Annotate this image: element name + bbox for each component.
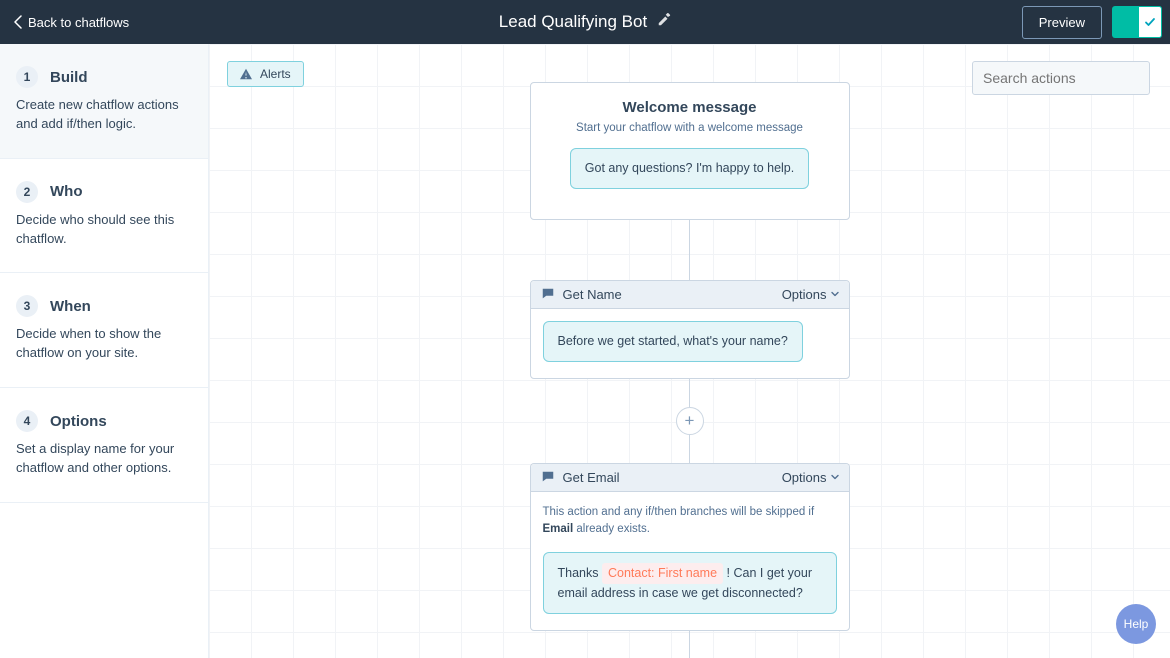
search-input[interactable] bbox=[983, 70, 1164, 86]
back-label: Back to chatflows bbox=[28, 15, 129, 30]
add-action-button[interactable]: + bbox=[676, 407, 704, 435]
preview-button[interactable]: Preview bbox=[1022, 6, 1102, 39]
flow-canvas[interactable]: Alerts Welcome message Start your chatfl… bbox=[209, 44, 1170, 658]
app-header: Back to chatflows Lead Qualifying Bot Pr… bbox=[0, 0, 1170, 44]
sidebar-step-build[interactable]: 1 Build Create new chatflow actions and … bbox=[0, 44, 208, 159]
search-actions[interactable] bbox=[972, 61, 1150, 95]
chevron-down-icon bbox=[831, 290, 839, 298]
get-name-node[interactable]: Get Name Options Before we get started, … bbox=[530, 280, 850, 379]
connector bbox=[689, 220, 690, 280]
welcome-node[interactable]: Welcome message Start your chatflow with… bbox=[530, 82, 850, 220]
alerts-button[interactable]: Alerts bbox=[227, 61, 304, 87]
node-options-button[interactable]: Options bbox=[782, 287, 839, 302]
step-number: 3 bbox=[16, 295, 38, 317]
sidebar-step-who[interactable]: 2 Who Decide who should see this chatflo… bbox=[0, 159, 208, 274]
check-icon bbox=[1138, 6, 1162, 38]
skip-note: This action and any if/then branches wil… bbox=[543, 504, 837, 539]
step-desc: Decide who should see this chatflow. bbox=[16, 211, 192, 249]
alerts-label: Alerts bbox=[260, 67, 291, 81]
options-label: Options bbox=[782, 287, 827, 302]
get-email-node[interactable]: Get Email Options This action and any if… bbox=[530, 463, 850, 631]
step-number: 2 bbox=[16, 181, 38, 203]
warning-icon bbox=[240, 68, 252, 80]
get-email-message: Thanks Contact: First name ! Can I get y… bbox=[543, 552, 837, 614]
step-title: Build bbox=[50, 69, 88, 86]
chat-icon bbox=[541, 470, 555, 484]
chevron-down-icon bbox=[831, 473, 839, 481]
step-desc: Decide when to show the chatflow on your… bbox=[16, 325, 192, 363]
get-name-message: Before we get started, what's your name? bbox=[543, 321, 803, 362]
build-steps-sidebar: 1 Build Create new chatflow actions and … bbox=[0, 44, 209, 658]
chat-icon bbox=[541, 287, 555, 301]
help-label: Help bbox=[1124, 617, 1149, 631]
chevron-left-icon bbox=[14, 15, 22, 29]
sidebar-step-options[interactable]: 4 Options Set a display name for your ch… bbox=[0, 388, 208, 503]
step-title: When bbox=[50, 298, 91, 315]
help-button[interactable]: Help bbox=[1116, 604, 1156, 644]
node-options-button[interactable]: Options bbox=[782, 470, 839, 485]
step-number: 4 bbox=[16, 410, 38, 432]
welcome-title: Welcome message bbox=[531, 99, 849, 116]
step-title: Options bbox=[50, 413, 107, 430]
node-label: Get Name bbox=[563, 287, 622, 302]
connector bbox=[689, 631, 690, 658]
step-desc: Set a display name for your chatflow and… bbox=[16, 440, 192, 478]
back-to-chatflows-link[interactable]: Back to chatflows bbox=[8, 15, 129, 30]
step-title: Who bbox=[50, 183, 82, 200]
connector bbox=[689, 379, 690, 407]
contact-token: Contact: First name bbox=[602, 563, 723, 584]
edit-title-icon[interactable] bbox=[657, 13, 671, 32]
page-title: Lead Qualifying Bot bbox=[499, 12, 647, 32]
connector bbox=[689, 435, 690, 463]
sidebar-step-when[interactable]: 3 When Decide when to show the chatflow … bbox=[0, 273, 208, 388]
welcome-message: Got any questions? I'm happy to help. bbox=[570, 148, 809, 189]
options-label: Options bbox=[782, 470, 827, 485]
publish-toggle[interactable] bbox=[1112, 6, 1162, 38]
welcome-subtitle: Start your chatflow with a welcome messa… bbox=[531, 122, 849, 134]
step-desc: Create new chatflow actions and add if/t… bbox=[16, 96, 192, 134]
step-number: 1 bbox=[16, 66, 38, 88]
node-label: Get Email bbox=[563, 470, 620, 485]
